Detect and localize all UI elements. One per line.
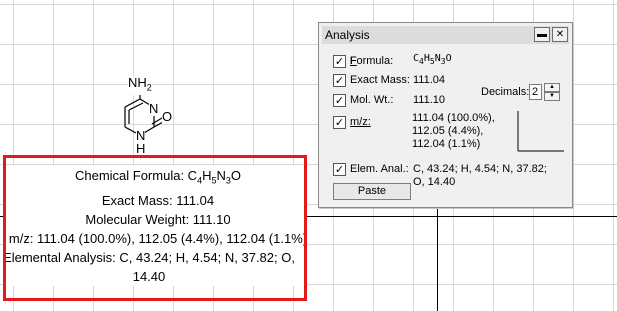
mz-value-2: 112.05 (4.4%), [412,125,484,137]
mz-value-3: 112.04 (1.1%) [412,138,481,150]
elem-anal-value-line2: O, 14.40 [413,176,456,188]
result-formula-value: C4H5N3O [187,168,242,186]
mol-wt-label: Mol. Wt.: [350,94,394,106]
highlighted-result-box: Chemical Formula: C4H5N3O Exact Mass: 11… [3,155,307,301]
analysis-window: Analysis ▬ ✕ ✓ FFormula: C4H5N3O ✓ Exact… [318,22,573,208]
paste-button[interactable]: Paste [333,183,411,200]
amino-group-label: NH2 [128,75,152,95]
decimals-up-button[interactable]: ▲ [544,83,560,92]
mol-wt-value: 111.10 [413,94,446,106]
formula-checkbox[interactable]: ✓ [333,55,346,68]
elem-anal-checkbox[interactable]: ✓ [333,163,346,176]
formula-label: FFormula: [349,55,394,67]
result-elemental-analysis: Elemental Analysis: C, 43.24; H, 4.54; N… [3,249,295,284]
ring-nitrogen-label: N [149,101,159,116]
elem-anal-value-line1: C, 43.24; H, 4.54; N, 37.82; [413,163,547,175]
mz-label: m/z: [350,116,371,128]
mz-checkbox[interactable]: ✓ [333,116,346,129]
carbonyl-oxygen-label: O [162,109,173,124]
decimals-spinner[interactable]: ▲ ▼ [544,83,560,101]
decimals-field[interactable]: 2 [529,84,542,100]
elem-anal-label: Elem. Anal.: [350,163,409,175]
analysis-title-bar[interactable]: Analysis ▬ ✕ [322,26,569,44]
analysis-result-text[interactable]: Chemical Formula: C4H5N3O Exact Mass: 11… [3,166,307,286]
minimize-button[interactable]: ▬ [534,27,550,42]
decimals-down-button[interactable]: ▼ [544,92,560,101]
result-mz: m/z: 111.04 (100.0%), 112.05 (4.4%), 112… [8,230,307,246]
exact-mass-value: 111.04 [413,74,446,86]
window-title: Analysis [325,28,370,42]
decimals-label: Decimals: [481,86,530,98]
mass-spectrum-plot [517,111,564,152]
result-exact-mass: Exact Mass: 111.04 [101,192,215,208]
exact-mass-label: Exact Mass: [350,74,410,86]
formula-value: C4H5N3O [413,53,452,66]
mol-wt-checkbox[interactable]: ✓ [333,94,346,107]
close-button[interactable]: ✕ [552,27,568,42]
molecule-structure[interactable]: NH2 N O N H [100,72,190,162]
exact-mass-checkbox[interactable]: ✓ [333,74,346,87]
mz-value-1: 111.04 (100.0%), [412,112,495,124]
result-molecular-weight: Molecular Weight: 111.10 [85,211,231,227]
result-formula: Chemical Formula: C4H5N3O [74,168,242,186]
nh-hydrogen-label: H [136,141,146,156]
mz-values: 111.04 (100.0%), 112.05 (4.4%), 112.04 (… [412,112,495,151]
